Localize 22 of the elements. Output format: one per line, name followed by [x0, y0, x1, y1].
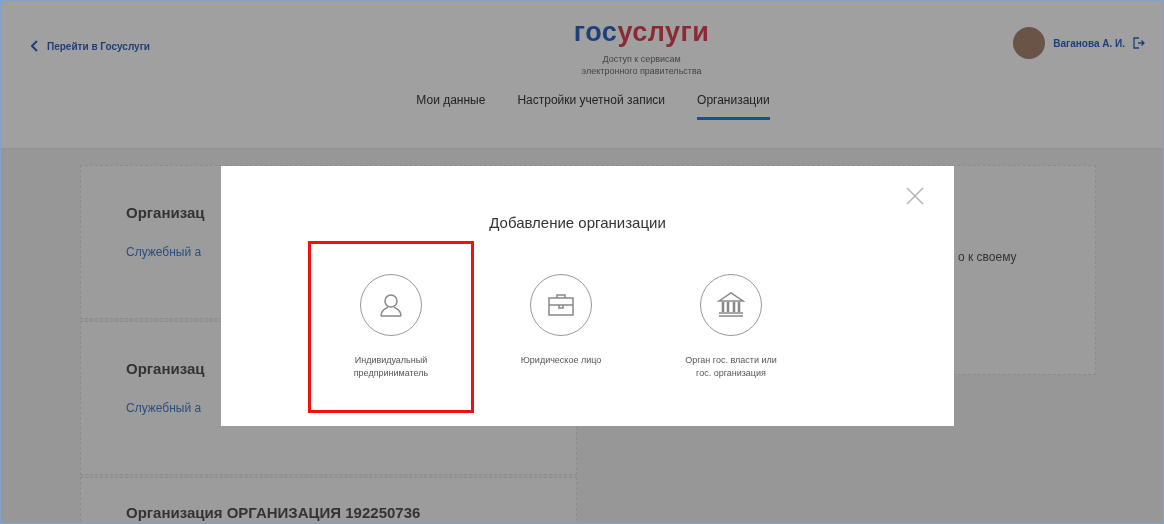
option-tile[interactable]: Индивидуальный предприниматель: [308, 241, 474, 413]
card-title: Организац: [126, 360, 205, 377]
option-label: Юридическое лицо: [520, 354, 602, 367]
info-text: о к своему: [958, 250, 1018, 264]
back-link[interactable]: Перейти в Госуслуги: [31, 40, 150, 52]
option-tile[interactable]: Юридическое лицо: [478, 241, 644, 413]
nav-tab[interactable]: Настройки учетной записи: [517, 89, 666, 120]
logo-wordmark: госуслуги: [573, 16, 710, 49]
logo-subtitle: Доступ к сервисам электронного правительства: [581, 53, 702, 77]
nav-tab[interactable]: Мои данные: [416, 89, 486, 120]
dialog-title: Добавление организации: [488, 214, 667, 231]
option-label: Орган гос. власти или гос. организация: [685, 354, 777, 380]
user-name[interactable]: Ваганова А. И.: [1053, 37, 1125, 49]
close-icon[interactable]: [906, 187, 924, 205]
avatar[interactable]: [1013, 27, 1046, 59]
chevron-left-icon: [31, 40, 39, 52]
logout-icon[interactable]: [1133, 37, 1145, 49]
option-label: Индивидуальный предприниматель: [353, 354, 429, 380]
card-title: Организац: [126, 204, 205, 221]
card-title: Организация ОРГАНИЗАЦИЯ 192250736: [126, 504, 421, 521]
option-tile[interactable]: Орган гос. власти или гос. организация: [648, 241, 814, 413]
nav-tab[interactable]: Организации: [697, 89, 770, 120]
